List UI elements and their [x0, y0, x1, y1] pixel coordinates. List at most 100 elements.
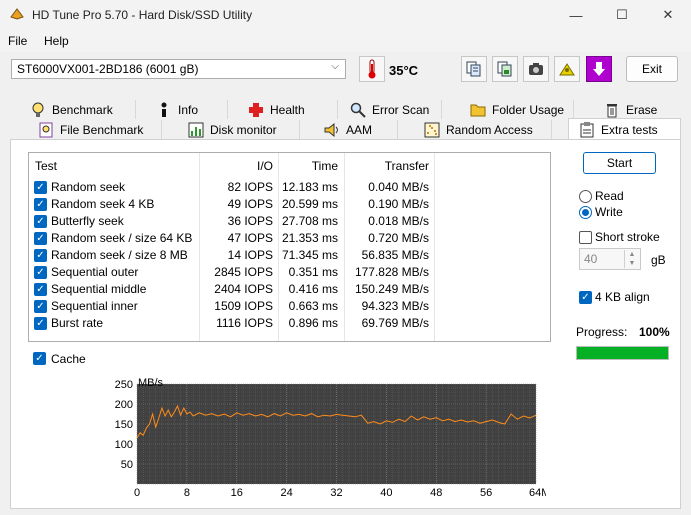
row-test-name: Sequential middle	[51, 282, 147, 296]
table-row[interactable]: ✓ Sequential outer 2845 IOPS 0.351 ms 177.82…	[29, 264, 550, 281]
row-transfer: 0.040 MB/s	[368, 180, 429, 194]
row-io: 14 IOPS	[227, 248, 273, 262]
tab-extra-tests-label: Extra tests	[601, 122, 658, 137]
tab-health[interactable]: Health	[228, 100, 338, 119]
table-row[interactable]: ✓ Random seek 4 KB 49 IOPS 20.599 ms 0.190 M…	[29, 196, 550, 213]
row-transfer: 0.190 MB/s	[368, 197, 429, 211]
x-tick-label: 48	[430, 487, 442, 498]
copy-image-icon	[497, 61, 512, 77]
camera-icon	[529, 63, 543, 75]
table-row[interactable]: ✓ Sequential inner 1509 IOPS 0.663 ms 94.323…	[29, 298, 550, 315]
y-tick-label: 200	[115, 399, 133, 411]
copy-screenshot-button[interactable]	[492, 56, 518, 82]
read-radio[interactable]	[579, 190, 592, 203]
drive-select[interactable]: ST6000VX001-2BD186 (6001 gB) ⌵	[11, 59, 346, 79]
tab-folder-usage[interactable]: Folder Usage	[442, 100, 574, 119]
write-radio[interactable]	[579, 206, 592, 219]
row-transfer: 0.720 MB/s	[368, 231, 429, 245]
row-io: 2845 IOPS	[214, 265, 273, 279]
row-time: 0.351 ms	[288, 265, 338, 279]
start-button[interactable]: Start	[583, 152, 656, 174]
cache-checkbox[interactable]: ✓	[33, 352, 46, 365]
tab-file-benchmark[interactable]: File Benchmark	[30, 120, 162, 139]
row-time: 0.896 ms	[288, 316, 338, 330]
tests-table: Test I/O Time Transfer ✓ Random seek 82 IO…	[28, 152, 551, 342]
row-checkbox[interactable]: ✓	[34, 198, 47, 211]
lightbulb-icon	[30, 102, 46, 118]
tab-benchmark[interactable]: Benchmark	[30, 100, 136, 119]
row-transfer: 177.828 MB/s	[354, 265, 429, 279]
table-row[interactable]: ✓ Butterfly seek 36 IOPS 27.708 ms 0.018 MB/…	[29, 213, 550, 230]
row-checkbox[interactable]: ✓	[34, 283, 47, 296]
drive-select-value: ST6000VX001-2BD186 (6001 gB)	[17, 62, 199, 76]
tab-info[interactable]: Info	[136, 100, 228, 119]
tab-disk-monitor-label: Disk monitor	[210, 122, 277, 137]
row-io: 1509 IOPS	[214, 299, 273, 313]
short-stroke-unit: gB	[651, 253, 666, 267]
row-transfer: 69.769 MB/s	[361, 316, 429, 330]
options-button[interactable]	[554, 56, 580, 82]
save-button[interactable]	[586, 56, 612, 82]
header-time[interactable]: Time	[278, 159, 338, 173]
row-test-name: Random seek	[51, 180, 126, 194]
y-axis-label: MB/s	[138, 377, 164, 389]
scatter-icon	[424, 122, 440, 138]
row-checkbox[interactable]: ✓	[34, 215, 47, 228]
tab-extra-tests[interactable]: Extra tests	[568, 118, 681, 140]
header-transfer[interactable]: Transfer	[344, 159, 429, 173]
table-row[interactable]: ✓ Random seek 82 IOPS 12.183 ms 0.040 MB/s	[29, 179, 550, 196]
copy-text-button[interactable]	[461, 56, 487, 82]
row-checkbox[interactable]: ✓	[34, 317, 47, 330]
table-row[interactable]: ✓ Random seek / size 8 MB 14 IOPS 71.345 ms…	[29, 247, 550, 264]
menu-file[interactable]: File	[8, 34, 27, 48]
close-button[interactable]: ✕	[645, 0, 691, 30]
table-row[interactable]: ✓ Random seek / size 64 KB 47 IOPS 21.353 m…	[29, 230, 550, 247]
header-test[interactable]: Test	[35, 159, 57, 173]
menu-help[interactable]: Help	[44, 34, 69, 48]
tab-error-scan[interactable]: Error Scan	[338, 100, 442, 119]
row-checkbox[interactable]: ✓	[34, 266, 47, 279]
progress-label: Progress:	[576, 325, 628, 339]
tab-benchmark-label: Benchmark	[52, 102, 113, 117]
align-checkbox[interactable]: ✓	[579, 291, 592, 304]
header-io[interactable]: I/O	[199, 159, 273, 173]
exit-button[interactable]: Exit	[626, 56, 678, 82]
align-label: 4 KB align	[595, 290, 650, 304]
y-tick-label: 250	[115, 379, 133, 391]
tab-aam[interactable]: AAM	[300, 120, 398, 139]
table-row[interactable]: ✓ Sequential middle 2404 IOPS 0.416 ms 150.2…	[29, 281, 550, 298]
y-tick-label: 50	[121, 459, 133, 471]
progress-value: 100%	[639, 325, 670, 339]
tab-erase-label: Erase	[626, 102, 658, 117]
tools-icon	[559, 63, 575, 76]
row-time: 27.708 ms	[281, 214, 338, 228]
tab-random-access[interactable]: Random Access	[398, 120, 552, 139]
spin-arrows-icon[interactable]: ▲ ▼	[624, 250, 639, 268]
short-stroke-checkbox[interactable]	[579, 231, 592, 244]
tab-error-scan-label: Error Scan	[372, 102, 430, 117]
minimize-button[interactable]: —	[553, 0, 599, 30]
tab-aam-label: AAM	[346, 122, 373, 137]
row-test-name: Burst rate	[51, 316, 104, 330]
short-stroke-size-input[interactable]: 40 ▲ ▼	[579, 248, 641, 270]
window-title: HD Tune Pro 5.70 - Hard Disk/SSD Utility	[32, 8, 253, 22]
y-tick-label: 150	[115, 419, 133, 431]
row-checkbox[interactable]: ✓	[34, 232, 47, 245]
temperature-value: 35°C	[389, 63, 419, 78]
row-checkbox[interactable]: ✓	[34, 300, 47, 313]
row-time: 12.183 ms	[281, 180, 338, 194]
tab-disk-monitor[interactable]: Disk monitor	[162, 120, 300, 139]
temperature-button[interactable]	[359, 56, 385, 82]
chevron-down-icon: ⌵	[331, 61, 339, 72]
tab-erase[interactable]: Erase	[574, 100, 680, 119]
progress-bar	[576, 346, 669, 360]
row-checkbox[interactable]: ✓	[34, 181, 47, 194]
screenshot-button[interactable]	[523, 56, 549, 82]
table-row[interactable]: ✓ Burst rate 1116 IOPS 0.896 ms 69.769 MB/s	[29, 315, 550, 332]
x-tick-label: 32	[330, 487, 342, 498]
short-stroke-label: Short stroke	[595, 230, 660, 244]
y-tick-label: 100	[115, 439, 133, 451]
maximize-button[interactable]: ☐	[599, 0, 645, 30]
row-checkbox[interactable]: ✓	[34, 249, 47, 262]
row-test-name: Sequential outer	[51, 265, 139, 279]
